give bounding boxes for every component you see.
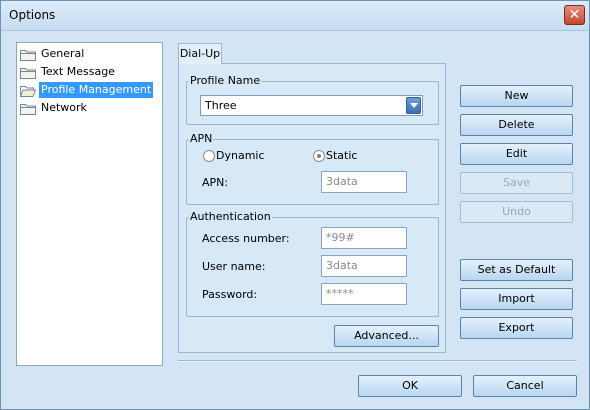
ok-button[interactable]: OK (358, 375, 462, 397)
title-bar[interactable]: Options ✕ (1, 1, 589, 31)
dynamic-label: Dynamic (216, 149, 265, 162)
folder-open-icon (20, 86, 36, 97)
folder-icon (20, 68, 36, 79)
user-name-label: User name: (202, 260, 266, 273)
folder-icon (20, 104, 36, 115)
edit-button[interactable]: Edit (460, 143, 573, 165)
tab-dial-up[interactable]: Dial-Up (178, 43, 222, 64)
profile-select[interactable]: Three (200, 95, 423, 116)
user-name-field[interactable]: 3data (321, 255, 407, 277)
group-label: Authentication (189, 210, 272, 224)
access-number-label: Access number: (202, 232, 290, 245)
password-label: Password: (202, 288, 258, 301)
tree-item-label: Network (41, 101, 87, 114)
password-field[interactable]: ***** (321, 283, 407, 305)
tree-item-label: Text Message (41, 65, 115, 78)
tree-item-label: Profile Management (39, 82, 154, 98)
group-label: Profile Name (189, 74, 262, 88)
advanced-button[interactable]: Advanced... (334, 325, 439, 347)
window-title: Options (9, 8, 56, 22)
tree-item-label: General (41, 47, 85, 60)
save-button[interactable]: Save (460, 172, 573, 194)
static-radio[interactable] (313, 150, 325, 162)
group-label: APN (189, 132, 214, 146)
apn-field[interactable]: 3data (321, 171, 407, 193)
import-button[interactable]: Import (460, 288, 573, 310)
divider (178, 360, 577, 362)
options-dialog: Options ✕ General Text Message Profile M… (0, 0, 590, 410)
set-as-default-button[interactable]: Set as Default (460, 259, 573, 281)
export-button[interactable]: Export (460, 317, 573, 339)
close-icon: ✕ (568, 7, 581, 23)
folder-icon (20, 50, 36, 61)
undo-button[interactable]: Undo (460, 201, 573, 223)
cancel-button[interactable]: Cancel (473, 375, 577, 397)
profile-select-value: Three (205, 99, 237, 112)
apn-label: APN: (202, 176, 229, 189)
delete-button[interactable]: Delete (460, 114, 573, 136)
dynamic-radio[interactable] (203, 150, 215, 162)
close-button[interactable]: ✕ (564, 5, 585, 25)
new-button[interactable]: New (460, 85, 573, 107)
category-tree[interactable]: General Text Message Profile Management … (16, 42, 163, 366)
chevron-down-icon[interactable] (406, 97, 421, 114)
static-label: Static (326, 149, 358, 162)
access-number-field[interactable]: *99# (321, 227, 407, 249)
